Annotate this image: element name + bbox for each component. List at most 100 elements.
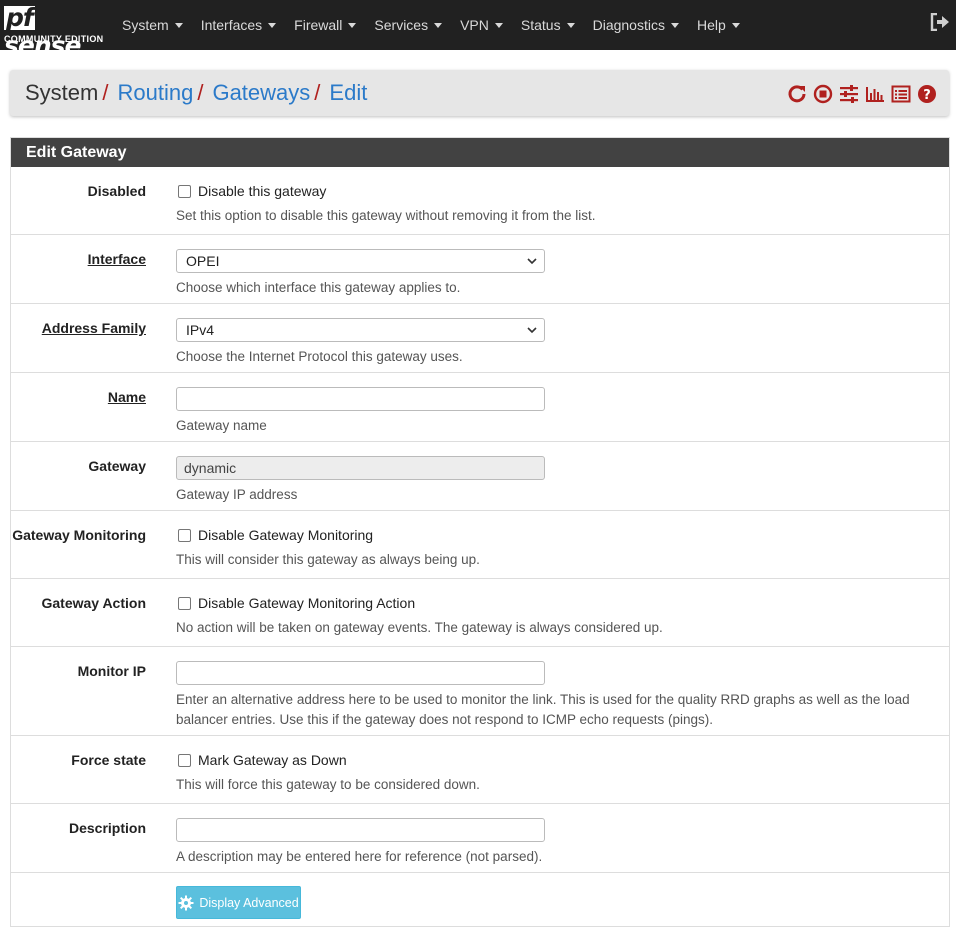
menu-help-label: Help [696, 17, 726, 33]
help-icon[interactable]: ? [917, 84, 937, 104]
caret-down-icon [434, 23, 443, 28]
breadcrumb-separator: / [102, 80, 109, 105]
page-tools: ? [781, 83, 937, 105]
help-name: Gateway name [176, 418, 267, 433]
control-address-family: IPv4 Choose the Internet Protocol this g… [176, 318, 941, 367]
control-interface: OPEI Choose which interface this gateway… [176, 249, 941, 298]
help-description: A description may be entered here for re… [176, 849, 543, 864]
breadcrumb-edit[interactable]: Edit [329, 80, 367, 106]
help-address-family: Choose the Internet Protocol this gatewa… [176, 349, 463, 364]
description-input[interactable] [176, 818, 545, 842]
row-gateway-monitoring: Gateway Monitoring Disable Gateway Monit… [11, 511, 949, 579]
panel-title: Edit Gateway [11, 138, 949, 167]
control-name: Gateway name [176, 387, 941, 436]
menu-vpn-label: VPN [460, 17, 489, 33]
menu-status-label: Status [520, 17, 561, 33]
edit-gateway-panel: Edit Gateway Disabled Disable this gatew… [10, 137, 950, 927]
disable-gateway-checkbox-label[interactable]: Disable this gateway [198, 183, 326, 199]
gear-icon [178, 895, 194, 910]
sign-out-icon[interactable] [930, 12, 952, 33]
help-interface: Choose which interface this gateway appl… [176, 280, 461, 295]
control-disabled: Disable this gateway Set this option to … [176, 181, 941, 226]
row-gateway: Gateway dynamic Gateway IP address [11, 442, 949, 511]
mark-down-option: Mark Gateway as Down [176, 750, 941, 770]
caret-down-icon [731, 23, 740, 28]
caret-down-icon [494, 23, 503, 28]
name-input[interactable] [176, 387, 545, 411]
menu-firewall-label: Firewall [294, 17, 343, 33]
label-monitor-ip: Monitor IP [77, 663, 146, 679]
interface-select-value: OPEI [186, 253, 220, 269]
disable-monitoring-checkbox[interactable] [178, 528, 191, 542]
list-icon[interactable] [891, 84, 911, 104]
help-gateway-monitoring: This will consider this gateway as alway… [176, 552, 480, 567]
breadcrumb-gateways[interactable]: Gateways [212, 80, 310, 106]
breadcrumb: System / Routing / Gateways / Edit [25, 70, 367, 116]
mark-down-checkbox[interactable] [178, 753, 191, 767]
disable-monitoring-checkbox-label[interactable]: Disable Gateway Monitoring [198, 527, 373, 543]
caret-down-icon [348, 23, 357, 28]
menu-interfaces[interactable]: Interfaces [200, 17, 277, 33]
main-menu: System Interfaces Firewall Services VPN … [122, 0, 758, 50]
disable-gateway-option: Disable this gateway [176, 181, 941, 201]
reload-icon[interactable] [787, 84, 807, 104]
bar-chart-icon[interactable] [865, 84, 885, 104]
logo-pf: pf [4, 3, 35, 32]
menu-firewall[interactable]: Firewall [294, 17, 357, 33]
display-advanced-button[interactable]: Display Advanced [176, 886, 301, 919]
help-force-state: This will force this gateway to be consi… [176, 777, 480, 792]
breadcrumb-separator: / [314, 80, 321, 105]
menu-help[interactable]: Help [697, 17, 740, 33]
row-disabled: Disabled Disable this gateway Set this o… [11, 167, 949, 235]
help-monitor-ip: Enter an alternative address here to be … [176, 692, 910, 727]
logo-edition: COMMUNITY EDITION [4, 34, 104, 44]
menu-services[interactable]: Services [374, 17, 443, 33]
interface-select[interactable]: OPEI [176, 249, 545, 273]
row-gateway-action: Gateway Action Disable Gateway Monitorin… [11, 579, 949, 647]
breadcrumb-routing[interactable]: Routing [117, 80, 193, 106]
display-advanced-label: Display Advanced [199, 895, 299, 910]
label-disabled: Disabled [87, 183, 146, 199]
menu-vpn[interactable]: VPN [460, 17, 503, 33]
menu-system[interactable]: System [122, 17, 183, 33]
address-family-select[interactable]: IPv4 [176, 318, 545, 342]
caret-down-icon [268, 23, 277, 28]
label-gateway: Gateway [88, 458, 146, 474]
caret-down-icon [566, 23, 575, 28]
mark-down-checkbox-label[interactable]: Mark Gateway as Down [198, 752, 347, 768]
control-description: A description may be entered here for re… [176, 818, 941, 867]
menu-services-label: Services [374, 17, 429, 33]
help-gateway: Gateway IP address [176, 487, 298, 502]
sliders-icon[interactable] [839, 84, 859, 104]
row-name: Name Gateway name [11, 373, 949, 442]
monitor-ip-input[interactable] [176, 661, 545, 685]
label-description: Description [68, 820, 146, 836]
row-interface: Interface OPEI Choose which interface th… [11, 235, 949, 304]
menu-diagnostics[interactable]: Diagnostics [593, 17, 679, 33]
disable-gateway-checkbox[interactable] [178, 184, 191, 198]
control-gateway-monitoring: Disable Gateway Monitoring This will con… [176, 525, 941, 570]
row-advanced: Display Advanced [11, 873, 949, 927]
disable-monitoring-action-checkbox[interactable] [178, 596, 191, 610]
logo-wordmark: pfsense [4, 3, 112, 60]
label-gateway-monitoring: Gateway Monitoring [12, 527, 146, 543]
row-address-family: Address Family IPv4 Choose the Internet … [11, 304, 949, 373]
menu-status[interactable]: Status [521, 17, 575, 33]
label-address-family: Address Family [41, 320, 146, 336]
label-interface: Interface [87, 251, 146, 267]
disable-monitoring-action-option: Disable Gateway Monitoring Action [176, 593, 941, 613]
label-name: Name [107, 389, 146, 405]
disable-monitoring-option: Disable Gateway Monitoring [176, 525, 941, 545]
breadcrumb-separator: / [197, 80, 204, 105]
control-gateway-action: Disable Gateway Monitoring Action No act… [176, 593, 941, 638]
help-disabled: Set this option to disable this gateway … [176, 208, 596, 223]
stop-icon[interactable] [813, 84, 833, 104]
menu-system-label: System [122, 17, 169, 33]
disable-monitoring-action-checkbox-label[interactable]: Disable Gateway Monitoring Action [198, 595, 415, 611]
chevron-down-icon [527, 258, 537, 265]
help-gateway-action: No action will be taken on gateway event… [176, 620, 663, 635]
menu-interfaces-label: Interfaces [200, 17, 263, 33]
svg-text:?: ? [923, 88, 931, 103]
pfsense-logo[interactable]: pfsense COMMUNITY EDITION [4, 3, 112, 60]
row-description: Description A description may be entered… [11, 804, 949, 873]
